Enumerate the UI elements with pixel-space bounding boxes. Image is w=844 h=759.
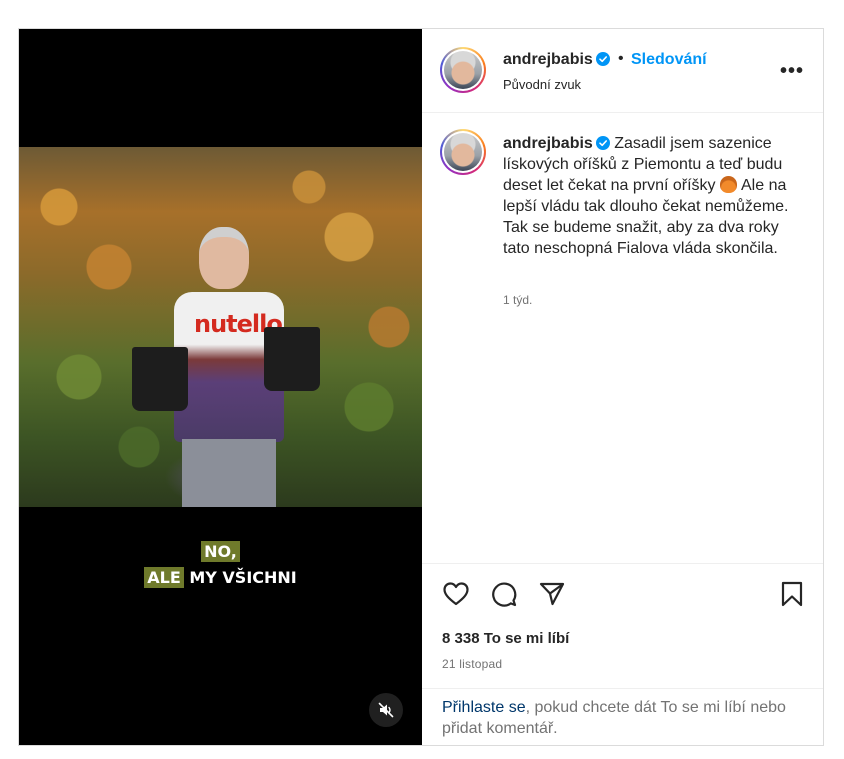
comment-username-link[interactable]: andrejbabis xyxy=(503,135,593,152)
video-frame[interactable]: nutello xyxy=(19,147,422,507)
hazelnut-emoji-icon xyxy=(720,176,737,193)
heart-icon[interactable] xyxy=(442,580,470,608)
separator-dot: • xyxy=(618,50,624,67)
verified-badge-icon xyxy=(595,52,610,66)
video-player[interactable]: nutello NO, ALE MY VŠICHNI xyxy=(19,29,422,745)
following-button[interactable]: Sledování xyxy=(631,51,707,69)
bookmark-icon[interactable] xyxy=(778,580,806,608)
caption-highlight-no: NO, xyxy=(201,541,240,562)
caption-rest: MY VŠICHNI xyxy=(183,568,297,587)
avatar[interactable] xyxy=(440,129,486,175)
muted-speaker-icon xyxy=(378,702,394,718)
post-date[interactable]: 21 listopad xyxy=(442,657,502,671)
more-options-icon: ••• xyxy=(780,59,805,82)
more-options-button[interactable]: ••• xyxy=(780,59,804,83)
original-audio-link[interactable]: Původní zvuk xyxy=(503,77,581,92)
video-caption-line-1: NO, xyxy=(19,541,422,562)
avatar[interactable] xyxy=(440,47,486,93)
post-details-panel: andrejbabis • Sledování Původní zvuk •••… xyxy=(422,29,823,745)
man-pants xyxy=(182,439,276,507)
video-caption-line-2: ALE MY VŠICHNI xyxy=(19,567,422,588)
username-link[interactable]: andrejbabis xyxy=(503,51,610,69)
login-prompt: Přihlaste se, pokud chcete dát To se mi … xyxy=(422,688,823,746)
login-link[interactable]: Přihlaste se xyxy=(442,699,526,716)
comment-body: andrejbabis Zasadil jsem sazenice lískov… xyxy=(503,133,803,259)
plant-pot-left xyxy=(132,347,188,411)
mute-button[interactable] xyxy=(369,693,403,727)
post-header: andrejbabis • Sledování Původní zvuk ••• xyxy=(422,29,823,113)
post-actions: 8 338 To se mi líbí 21 listopad Přihlast… xyxy=(422,563,823,746)
profile-photo xyxy=(444,51,482,89)
instagram-post: nutello NO, ALE MY VŠICHNI andrejbabis •… xyxy=(18,28,824,746)
profile-photo xyxy=(444,133,482,171)
like-count[interactable]: 8 338 To se mi líbí xyxy=(442,630,569,647)
username-text: andrejbabis xyxy=(503,51,593,68)
share-icon[interactable] xyxy=(538,580,566,608)
man-head xyxy=(199,227,249,289)
comment-timestamp[interactable]: 1 týd. xyxy=(503,293,532,307)
plant-pot-right xyxy=(264,327,320,391)
verified-badge-icon xyxy=(595,136,610,150)
caption-highlight-ale: ALE xyxy=(144,567,184,588)
comment-icon[interactable] xyxy=(490,580,518,608)
